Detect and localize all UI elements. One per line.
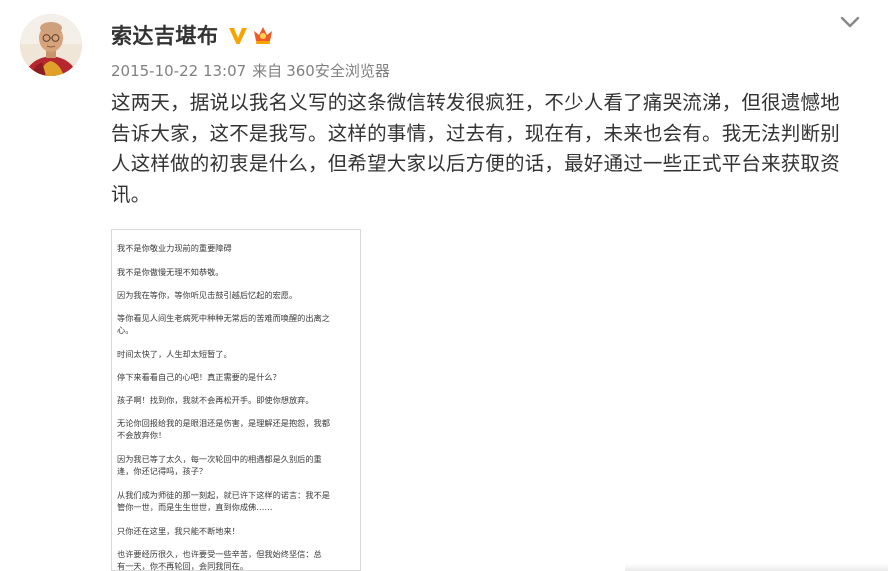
verified-v-badge-icon[interactable] — [227, 24, 249, 46]
chevron-down-icon[interactable] — [838, 12, 862, 32]
post-timestamp[interactable]: 2015-10-22 13:07 — [111, 62, 246, 80]
image-text-line: 无论你回报给我的是眼泪还是伤害，是理解还是抱怨，我都 — [117, 418, 330, 428]
author-row: 索达吉堪布 — [111, 20, 275, 50]
image-text-line: 等你看见人间生老病死中种种无常后的苦难而唤醒的出离之 — [117, 313, 330, 323]
image-text-line: 孩子啊！找到你，我就不会再松开手。即使你想放弃。 — [117, 395, 314, 405]
post-text: 这两天，据说以我名义写的这条微信转发很疯狂，不少人看了痛哭流涕，但很遗憾地告诉大… — [111, 91, 840, 206]
image-text-line: 管你一世，而是生生世世，直到你成佛…… — [117, 502, 273, 512]
post-meta: 2015-10-22 13:07 来自 360安全浏览器 — [111, 60, 390, 81]
image-text-line: 逢，你还记得吗，孩子？ — [117, 466, 208, 476]
author-name[interactable]: 索达吉堪布 — [111, 20, 219, 50]
post-source[interactable]: 360安全浏览器 — [286, 62, 390, 80]
author-avatar[interactable] — [20, 14, 82, 76]
image-text-line: 停下来看看自己的心吧！真正需要的是什么？ — [117, 372, 281, 382]
post-image[interactable]: 我不是你敬业力现前的重要障碍 我不是你傲慢无理不知恭敬。 因为我在等你，等你听见… — [111, 229, 361, 571]
image-text-line: 我不是你敬业力现前的重要障碍 — [117, 243, 232, 253]
from-label: 来自 — [252, 62, 283, 80]
image-text-line: 因为我已等了太久，每一次轮回中的相遇都是久别后的重 — [117, 454, 322, 464]
image-text-line: 因为我在等你，等你听见击鼓引越后忆起的宏愿。 — [117, 290, 298, 300]
weibo-post-card: 索达吉堪布 2015-10-22 13:07 来自 360安全浏览器 这两天，据说以… — [0, 0, 888, 571]
image-text-line: 时间太快了，人生却太短暂了。 — [117, 349, 232, 359]
image-text-line: 也许要经历很久，也许要受一些辛苦，但我始终坚信：总 — [117, 549, 322, 559]
card-divider — [625, 564, 888, 571]
member-crown-icon[interactable] — [251, 24, 275, 46]
image-text-line: 只你还在这里，我只能不断地来！ — [117, 526, 240, 536]
image-text-line: 有一天，你不再轮回，会同我同在。 — [117, 561, 249, 571]
image-text-line: 从我们成为师徒的那一刻起，就已许下这样的诺言：我不是 — [117, 490, 330, 500]
image-text-line: 我不是你傲慢无理不知恭敬。 — [117, 267, 224, 277]
image-text-line: 心。 — [117, 325, 134, 335]
image-text-line: 不会放弃你！ — [117, 430, 167, 440]
